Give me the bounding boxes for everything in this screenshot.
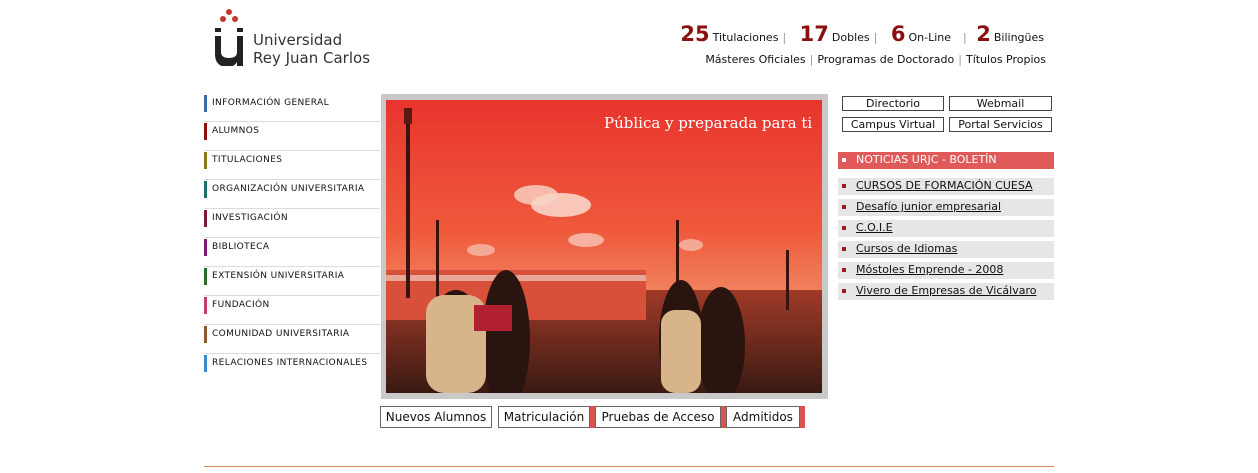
degree-stats: 25 Titulaciones | 17 Dobles | 6 On-Line | 2 Bil…	[680, 22, 1044, 46]
news-item[interactable]: C.O.I.E	[838, 220, 1054, 237]
logo-line2: Rey Juan Carlos	[253, 49, 371, 67]
directorio-button[interactable]: Directorio	[842, 96, 944, 111]
nav-color-bar	[204, 210, 207, 227]
portal-servicios-button[interactable]: Portal Servicios	[949, 117, 1052, 132]
matriculacion-button[interactable]: Matriculación	[498, 406, 590, 428]
news-item[interactable]: Vivero de Empresas de Vicálvaro	[838, 283, 1054, 300]
link-masteres[interactable]: Másteres Oficiales	[705, 53, 805, 66]
bullet-icon	[842, 205, 846, 209]
nav-alumnos[interactable]: ALUMNOS	[204, 122, 380, 151]
news-item[interactable]: Móstoles Emprende - 2008	[838, 262, 1054, 279]
nav-color-bar	[204, 355, 207, 372]
campus-virtual-button[interactable]: Campus Virtual	[842, 117, 944, 132]
nav-comunidad[interactable]: COMUNIDAD UNIVERSITARIA	[204, 325, 380, 354]
nav-relaciones[interactable]: RELACIONES INTERNACIONALES	[204, 354, 380, 383]
bullet-icon	[842, 247, 846, 251]
main-nav: INFORMACIÓN GENERAL ALUMNOS TITULACIONES…	[204, 94, 380, 383]
stat-bilingues[interactable]: 2 Bilingües	[970, 22, 1044, 46]
banner-slogan: Pública y preparada para ti	[604, 114, 813, 132]
stat-dobles[interactable]: 17 Dobles |	[790, 22, 881, 46]
campus-students-illustration	[386, 100, 822, 393]
nav-titulaciones[interactable]: TITULACIONES	[204, 151, 380, 180]
nav-color-bar	[204, 152, 207, 169]
nav-color-bar	[204, 123, 207, 140]
link-doctorado[interactable]: Programas de Doctorado	[817, 53, 954, 66]
urjc-logo-icon	[215, 9, 243, 66]
bullet-icon	[842, 289, 846, 293]
bullet-icon	[842, 158, 846, 162]
nav-informacion-general[interactable]: INFORMACIÓN GENERAL	[204, 94, 380, 122]
stat-titulaciones[interactable]: 25 Titulaciones |	[680, 22, 789, 46]
nav-color-bar	[204, 326, 207, 343]
nav-color-bar	[204, 297, 207, 314]
bullet-icon	[842, 226, 846, 230]
hero-banner: Pública y preparada para ti	[381, 94, 828, 399]
nav-color-bar	[204, 239, 207, 256]
nav-biblioteca[interactable]: BIBLIOTECA	[204, 238, 380, 267]
news-item[interactable]: Cursos de Idiomas	[838, 241, 1054, 258]
admitidos-button[interactable]: Admitidos	[726, 406, 800, 428]
button-accent	[800, 406, 805, 428]
pruebas-acceso-button[interactable]: Pruebas de Acceso	[595, 406, 721, 428]
news-item[interactable]: Desafío junior empresarial	[838, 199, 1054, 216]
nav-color-bar	[204, 95, 207, 112]
stat-online[interactable]: 6 On-Line |	[881, 22, 970, 46]
nav-organizacion[interactable]: ORGANIZACIÓN UNIVERSITARIA	[204, 180, 380, 209]
webmail-button[interactable]: Webmail	[949, 96, 1052, 111]
news-header[interactable]: NOTICIAS URJC - BOLETÍN	[838, 152, 1054, 169]
nav-extension[interactable]: EXTENSIÓN UNIVERSITARIA	[204, 267, 380, 296]
nav-color-bar	[204, 181, 207, 198]
nuevos-alumnos-button[interactable]: Nuevos Alumnos	[380, 406, 492, 428]
university-logo[interactable]: Universidad Rey Juan Carlos	[213, 8, 383, 68]
nav-color-bar	[204, 268, 207, 285]
bullet-icon	[842, 184, 846, 188]
logo-line1: Universidad	[253, 31, 343, 49]
postgrad-links: Másteres Oficiales | Programas de Doctorad…	[705, 53, 1046, 66]
news-item[interactable]: CURSOS DE FORMACIÓN CUESA	[838, 178, 1054, 195]
footer-divider	[204, 466, 1054, 467]
link-titulos-propios[interactable]: Títulos Propios	[966, 53, 1046, 66]
bullet-icon	[842, 268, 846, 272]
hero-image: Pública y preparada para ti	[386, 100, 822, 393]
nav-fundacion[interactable]: FUNDACIÓN	[204, 296, 380, 325]
nav-investigacion[interactable]: INVESTIGACIÓN	[204, 209, 380, 238]
